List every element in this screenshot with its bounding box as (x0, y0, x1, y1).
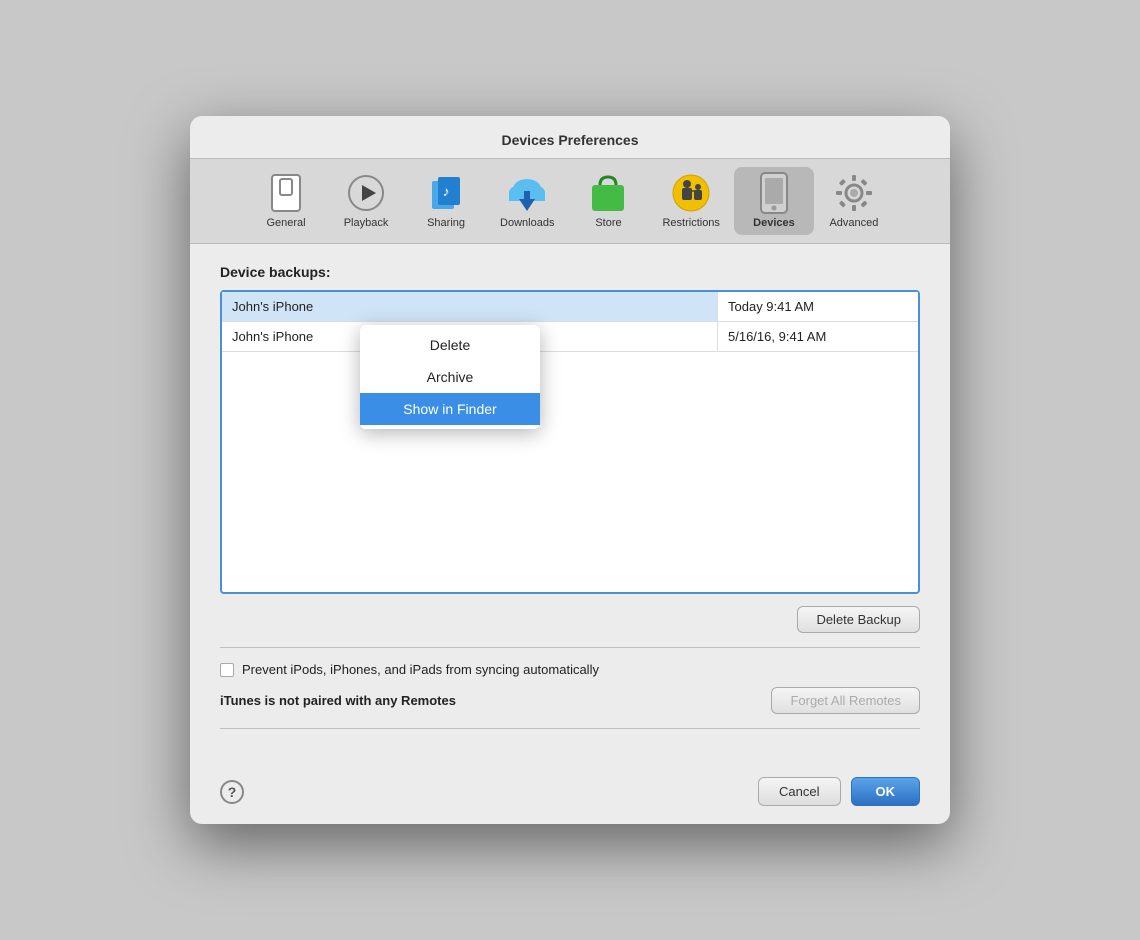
tab-general-label: General (266, 217, 305, 229)
backup-date-1: 5/16/16, 9:41 AM (718, 322, 918, 351)
tab-playback[interactable]: Playback (326, 167, 406, 235)
content-area: Device backups: John's iPhone Today 9:41… (190, 244, 950, 763)
tab-downloads-label: Downloads (500, 217, 554, 229)
help-button[interactable]: ? (220, 780, 244, 804)
tab-general[interactable]: General (246, 167, 326, 235)
tab-sharing-label: Sharing (427, 217, 465, 229)
divider-1 (220, 647, 920, 648)
remotes-label: iTunes is not paired with any Remotes (220, 693, 456, 708)
actions-row: Delete Backup (220, 606, 920, 633)
tab-advanced-label: Advanced (829, 217, 878, 229)
tab-sharing[interactable]: ♪ Sharing (406, 167, 486, 235)
ok-button[interactable]: OK (851, 777, 921, 806)
tab-restrictions[interactable]: Restrictions (648, 167, 733, 235)
prevent-syncing-row: Prevent iPods, iPhones, and iPads from s… (220, 662, 920, 677)
downloads-icon (507, 173, 547, 213)
tab-downloads[interactable]: Downloads (486, 167, 568, 235)
backup-name-0: John's iPhone (222, 292, 718, 321)
dialog: Devices Preferences General Playback (190, 116, 950, 824)
empty-table-space (222, 352, 918, 592)
footer: ? Cancel OK (190, 763, 950, 824)
table-row[interactable]: John's iPhone 5/16/16, 9:41 AM (222, 322, 918, 352)
tab-store[interactable]: Store (568, 167, 648, 235)
context-menu-delete[interactable]: Delete (360, 329, 540, 361)
advanced-icon (834, 173, 874, 213)
playback-icon (346, 173, 386, 213)
divider-2 (220, 728, 920, 729)
section-label: Device backups: (220, 264, 920, 280)
dialog-title: Devices Preferences (190, 116, 950, 158)
sharing-icon: ♪ (426, 173, 466, 213)
general-icon (266, 173, 306, 213)
context-menu: Delete Archive Show in Finder (360, 325, 540, 429)
tab-playback-label: Playback (344, 217, 389, 229)
remotes-row: iTunes is not paired with any Remotes Fo… (220, 687, 920, 714)
table-row[interactable]: John's iPhone Today 9:41 AM (222, 292, 918, 322)
context-menu-show-in-finder[interactable]: Show in Finder (360, 393, 540, 425)
backup-table: John's iPhone Today 9:41 AM John's iPhon… (220, 290, 920, 594)
tab-devices-label: Devices (753, 217, 795, 229)
devices-icon (754, 173, 794, 213)
cancel-button[interactable]: Cancel (758, 777, 840, 806)
store-icon (588, 173, 628, 213)
tab-devices[interactable]: Devices (734, 167, 814, 235)
toolbar: General Playback ♪ Sharing (190, 158, 950, 244)
restrictions-icon (671, 173, 711, 213)
tab-restrictions-label: Restrictions (662, 217, 719, 229)
context-menu-archive[interactable]: Archive (360, 361, 540, 393)
footer-buttons: Cancel OK (758, 777, 920, 806)
backup-date-0: Today 9:41 AM (718, 292, 918, 321)
svg-text:♪: ♪ (443, 183, 450, 199)
delete-backup-button[interactable]: Delete Backup (797, 606, 920, 633)
tab-store-label: Store (595, 217, 621, 229)
forget-remotes-button[interactable]: Forget All Remotes (771, 687, 920, 714)
tab-advanced[interactable]: Advanced (814, 167, 894, 235)
prevent-syncing-checkbox[interactable] (220, 663, 234, 677)
prevent-syncing-label: Prevent iPods, iPhones, and iPads from s… (242, 662, 599, 677)
